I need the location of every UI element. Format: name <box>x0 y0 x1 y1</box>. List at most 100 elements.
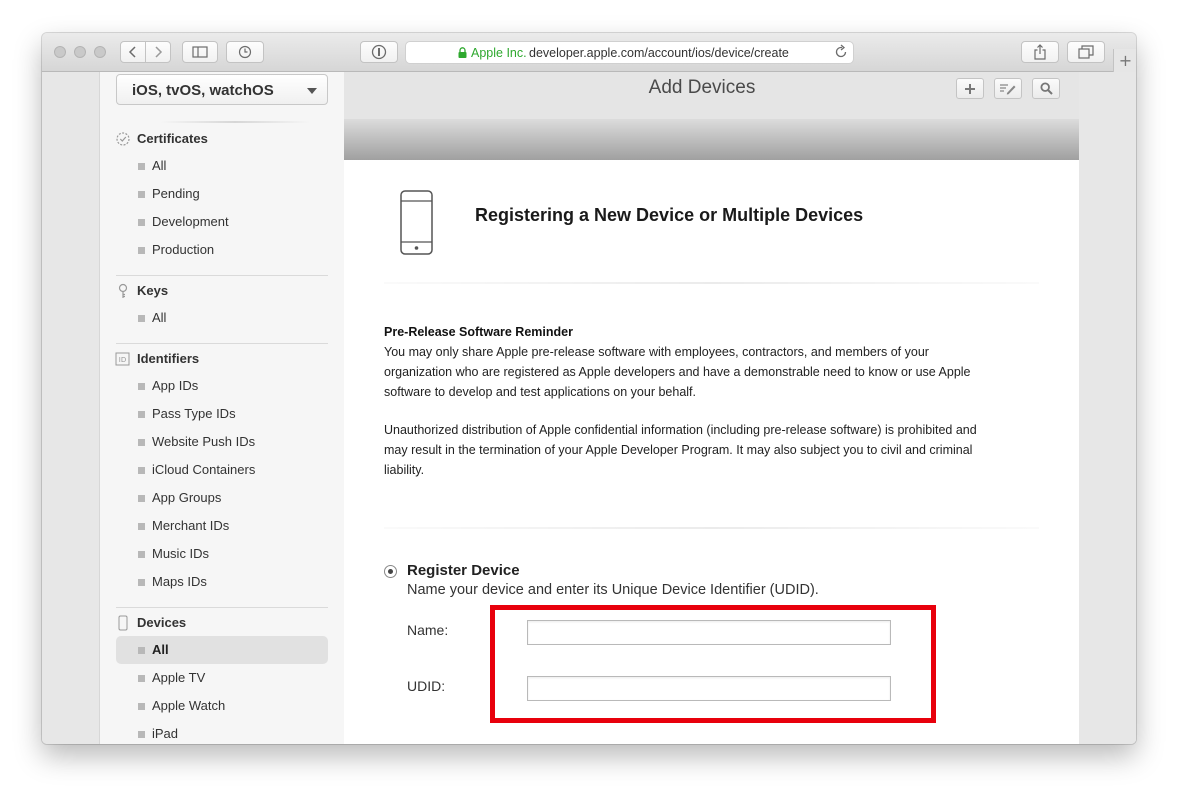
sidebar: iOS, tvOS, watchOS Certificates All Pend… <box>99 72 346 744</box>
sidebar-item-certificates-production[interactable]: Production <box>116 236 328 264</box>
sidebar-item-label: All <box>152 158 167 173</box>
sidebar-item-certificates-all[interactable]: All <box>116 152 328 180</box>
sidebar-item-website-push-ids[interactable]: Website Push IDs <box>116 428 328 456</box>
sidebar-item-music-ids[interactable]: Music IDs <box>116 540 328 568</box>
iphone-icon <box>400 190 433 260</box>
sidebar-item-ipad[interactable]: iPad <box>116 720 328 744</box>
warning-text: Unauthorized distribution of Apple confi… <box>384 420 1024 480</box>
address-bar[interactable]: Apple Inc. developer.apple.com/account/i… <box>405 41 854 64</box>
bullet <box>138 219 145 226</box>
bullet <box>138 731 145 738</box>
search-button[interactable] <box>1032 78 1060 99</box>
sidebar-item-label: Pending <box>152 186 200 201</box>
bullet <box>138 579 145 586</box>
reminder-line: You may only share Apple pre-release sof… <box>384 345 929 359</box>
sidebar-item-apple-tv[interactable]: Apple TV <box>116 664 328 692</box>
section-divider <box>160 121 310 123</box>
sidebar-item-apple-watch[interactable]: Apple Watch <box>116 692 328 720</box>
sidebar-item-app-ids[interactable]: App IDs <box>116 372 328 400</box>
bullet <box>138 411 145 418</box>
search-icon <box>1039 82 1053 95</box>
sidebar-item-label: Maps IDs <box>152 574 207 589</box>
reload-icon[interactable] <box>834 44 848 63</box>
section-heading: Registering a New Device or Multiple Dev… <box>475 205 864 225</box>
bullet <box>138 191 145 198</box>
back-button[interactable] <box>120 41 146 63</box>
sidebar-item-label: Merchant IDs <box>152 518 230 533</box>
bullet <box>138 383 145 390</box>
bullet <box>138 703 145 710</box>
warning-line: may result in the termination of your Ap… <box>384 443 973 457</box>
sidebar-item-label: App IDs <box>152 378 199 393</box>
bullet <box>138 163 145 170</box>
certificate-icon <box>115 131 131 147</box>
sidebar-item-certificates-development[interactable]: Development <box>116 208 328 236</box>
platform-value: iOS, tvOS, watchOS <box>132 82 274 99</box>
divider <box>116 275 328 276</box>
section-certificates: Certificates <box>115 129 208 149</box>
highlight-box <box>490 605 936 723</box>
tabs-overview-button[interactable] <box>1067 41 1105 63</box>
platform-dropdown[interactable]: iOS, tvOS, watchOS <box>116 74 328 105</box>
section-devices: Devices <box>115 613 186 633</box>
browser-window: Apple Inc. developer.apple.com/account/i… <box>42 33 1136 744</box>
plus-icon <box>965 83 975 94</box>
header-band <box>344 119 1079 160</box>
edit-button[interactable] <box>994 78 1022 99</box>
reminder-text: You may only share Apple pre-release sof… <box>384 342 1024 402</box>
reminder-line: organization who are registered as Apple… <box>384 365 971 379</box>
divider <box>384 527 1039 529</box>
reader-button[interactable] <box>360 41 398 63</box>
id-icon: ID <box>115 351 131 367</box>
bullet <box>138 675 145 682</box>
section-title: Certificates <box>137 131 208 146</box>
sidebar-item-maps-ids[interactable]: Maps IDs <box>116 568 328 596</box>
page-gutter <box>1079 72 1136 744</box>
add-button[interactable] <box>956 78 984 99</box>
device-icon <box>115 615 131 631</box>
share-icon <box>1034 44 1046 60</box>
page-content: iOS, tvOS, watchOS Certificates All Pend… <box>42 72 1136 744</box>
sidebar-item-label: All <box>152 642 169 657</box>
minimize-window-button[interactable] <box>74 46 86 58</box>
sidebar-item-label: App Groups <box>152 490 222 505</box>
sidebar-item-label: iCloud Containers <box>152 462 256 477</box>
address-url: developer.apple.com/account/ios/device/c… <box>529 46 789 60</box>
section-title: Identifiers <box>137 351 200 366</box>
forward-button[interactable] <box>145 41 171 63</box>
bullet <box>138 247 145 254</box>
sidebar-item-keys-all[interactable]: All <box>116 304 328 332</box>
history-button[interactable] <box>226 41 264 63</box>
zoom-window-button[interactable] <box>94 46 106 58</box>
sidebar-item-merchant-ids[interactable]: Merchant IDs <box>116 512 328 540</box>
close-window-button[interactable] <box>54 46 66 58</box>
bullet <box>138 647 145 654</box>
bullet <box>138 315 145 322</box>
clock-icon <box>238 45 252 59</box>
sidebar-item-certificates-pending[interactable]: Pending <box>116 180 328 208</box>
section-title: Keys <box>137 283 169 298</box>
sidebar-item-label: Production <box>152 242 215 257</box>
sidebar-item-label: iPad <box>152 726 179 741</box>
bullet <box>138 495 145 502</box>
sidebar-item-icloud-containers[interactable]: iCloud Containers <box>116 456 328 484</box>
section-keys: Keys <box>115 281 168 301</box>
sidebar-item-pass-type-ids[interactable]: Pass Type IDs <box>116 400 328 428</box>
radio-selected-dot <box>388 569 393 574</box>
sidebar-item-devices-all[interactable]: All <box>116 636 328 664</box>
chevron-right-icon <box>155 46 163 58</box>
sidebar-item-label: Pass Type IDs <box>152 406 236 421</box>
share-button[interactable] <box>1021 41 1059 63</box>
chevron-left-icon <box>128 46 136 58</box>
sidebar-item-label: Apple Watch <box>152 698 226 713</box>
address-org: Apple Inc. <box>471 46 527 60</box>
name-label: Name: <box>407 622 449 638</box>
sidebar-item-label: Development <box>152 214 229 229</box>
register-device-radio[interactable] <box>384 565 397 578</box>
sidebar-item-app-groups[interactable]: App Groups <box>116 484 328 512</box>
new-tab-button[interactable]: + <box>1113 49 1136 72</box>
sidebar-toggle-button[interactable] <box>182 41 218 63</box>
caret-down-icon <box>307 88 317 94</box>
browser-toolbar: Apple Inc. developer.apple.com/account/i… <box>42 33 1136 72</box>
lock-icon <box>458 47 467 61</box>
